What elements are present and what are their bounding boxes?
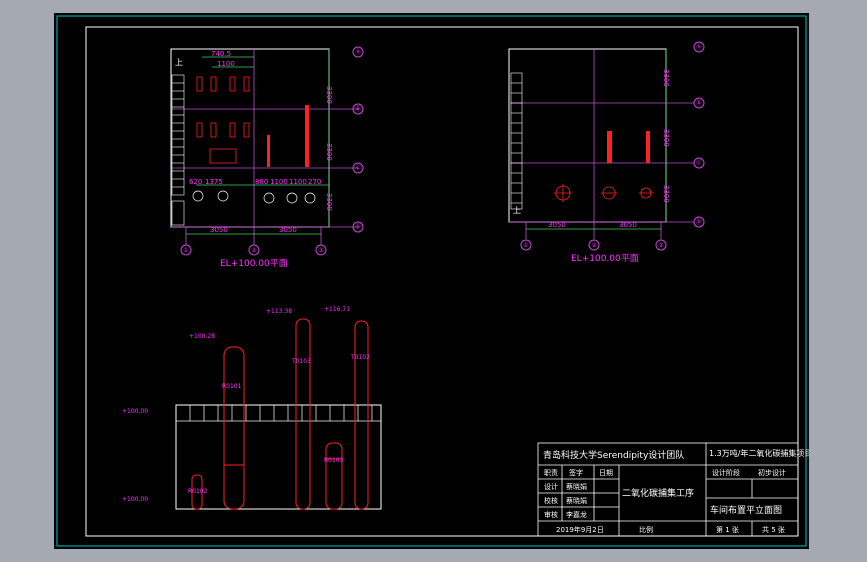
- name-check: 蔡晓娟: [566, 496, 587, 505]
- stair-label-right: 上: [513, 206, 521, 215]
- dim-inner-4: 1100: [270, 178, 288, 186]
- vessel-right-2: [646, 131, 650, 163]
- school-name: 青岛科技大学Serendipity设计团队: [543, 449, 684, 461]
- elevation: +100.00 +100.00 +100.28 +113.38 +116.71 …: [122, 306, 382, 510]
- cad-viewport: 上 3050 3050 740.5 1100 620 1375 880 1100…: [0, 0, 867, 562]
- level-2: +100.00: [122, 496, 148, 503]
- vessel-right-1: [607, 131, 612, 163]
- scale-label: 比例: [639, 525, 653, 534]
- axis-r2: ②: [591, 242, 597, 249]
- work-section: 二氧化碳捕集工序: [622, 487, 694, 499]
- header-role: 职责: [544, 468, 558, 477]
- axis-3: ③: [318, 247, 323, 254]
- level-1: +100.00: [122, 408, 148, 415]
- dim-inner-5: 1100: [289, 178, 307, 186]
- outer-border: [56, 15, 807, 547]
- column-tall: [305, 105, 309, 167]
- plan-right: 上 3050 3050 3300 3300 3300 ① ② ③ Ⓐ Ⓑ Ⓒ Ⓓ…: [508, 41, 705, 264]
- drawing-canvas: 上 3050 3050 740.5 1100 620 1375 880 1100…: [56, 15, 812, 547]
- axis-d: Ⓓ: [355, 223, 361, 231]
- dim-top-1: 740.5: [211, 50, 231, 58]
- drawing-sheet: 上 3050 3050 740.5 1100 620 1375 880 1100…: [54, 13, 812, 549]
- stair-label: 上: [175, 58, 183, 67]
- dim-right-side-1: 3300: [662, 69, 670, 87]
- axis-a: Ⓐ: [355, 48, 361, 56]
- dim-right-side-3: 3300: [662, 185, 670, 203]
- drawing-name: 车间布置平立面图: [710, 504, 782, 516]
- level-3: +100.28: [189, 333, 215, 340]
- header-date: 日期: [599, 469, 613, 477]
- name-review: 李嘉龙: [566, 510, 587, 519]
- axis-rc: Ⓒ: [696, 159, 702, 167]
- header-sign: 签字: [569, 468, 583, 477]
- plan-left-caption: EL+100.00平面: [220, 258, 288, 269]
- dim-inner-6: 270: [308, 178, 321, 186]
- dim-right-side-2: 3300: [662, 129, 670, 147]
- dim-bottom-1: 3050: [210, 226, 228, 234]
- role-review: 审核: [544, 510, 558, 519]
- dim-right-1: 3300: [325, 86, 333, 104]
- project-name: 1.3万吨/年二氧化碳捕集项目: [709, 448, 809, 458]
- axis-1: ①: [183, 247, 188, 254]
- axis-rd: Ⓓ: [696, 218, 702, 226]
- sheet-total: 共 5 张: [762, 525, 785, 534]
- tag-t0103: T0103: [291, 358, 311, 365]
- sheet-number: 第 1 张: [716, 525, 739, 534]
- axis-2: ②: [251, 247, 257, 254]
- axis-ra: Ⓐ: [696, 43, 702, 51]
- role-design: 设计: [544, 482, 558, 491]
- level-4: +113.38: [266, 308, 292, 315]
- vessel-tall: [267, 135, 270, 167]
- design-stage-value: 初步设计: [758, 468, 786, 477]
- tag-r0102: R0102: [188, 488, 208, 495]
- dim-inner-2: 1375: [205, 178, 223, 186]
- design-stage-label: 设计阶段: [712, 468, 740, 477]
- dim-right-bottom-2: 3050: [619, 221, 637, 229]
- dim-right-3: 3300: [325, 193, 333, 211]
- dim-right-bottom-1: 3050: [548, 221, 566, 229]
- role-check: 校核: [544, 496, 558, 505]
- plan-left: 上 3050 3050 740.5 1100 620 1375 880 1100…: [170, 46, 364, 269]
- axis-r1: ①: [523, 242, 528, 249]
- dim-top-2: 1100: [217, 60, 235, 68]
- plan-right-caption: EL+100.00平面: [571, 253, 639, 264]
- tag-r0103: R0103: [324, 457, 344, 464]
- axis-r3: ③: [658, 242, 663, 249]
- axis-b: Ⓑ: [355, 105, 361, 113]
- dim-inner-1: 620: [189, 178, 202, 186]
- dim-inner-3: 880: [255, 178, 268, 186]
- axis-c: Ⓒ: [355, 164, 361, 172]
- axis-rb: Ⓑ: [696, 99, 702, 107]
- drawing-date: 2019年9月2日: [556, 525, 604, 534]
- name-design: 蔡晓娟: [566, 482, 587, 491]
- tag-t0102: T0102: [350, 354, 370, 361]
- level-5: +116.71: [324, 306, 350, 313]
- tag-r0101: R0101: [222, 383, 242, 390]
- dim-bottom-2: 3050: [279, 226, 297, 234]
- dim-right-2: 3300: [325, 143, 333, 161]
